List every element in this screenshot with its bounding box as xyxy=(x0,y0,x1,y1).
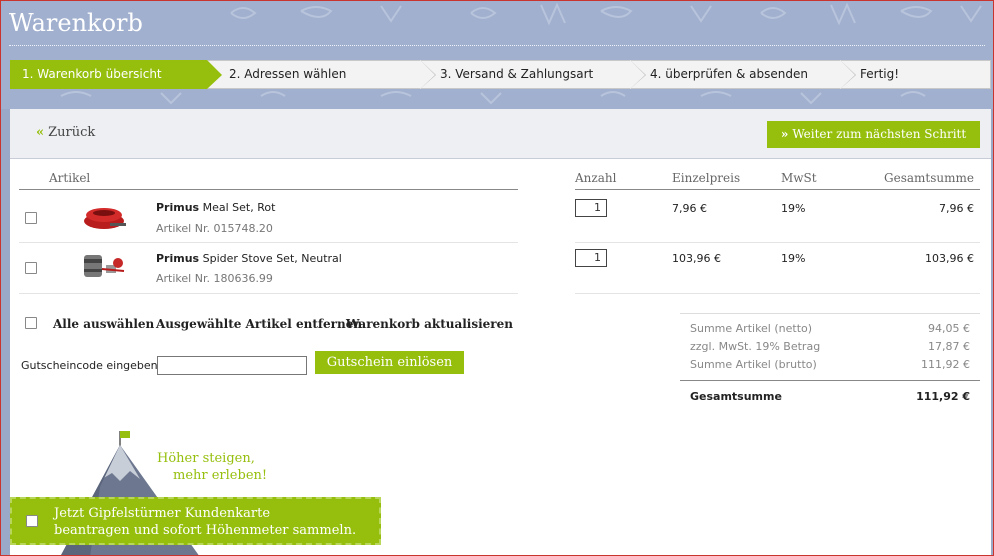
banner-text-2: beantragen und sofort Höhenmeter sammeln… xyxy=(54,523,357,538)
summary-divider xyxy=(680,380,980,381)
step-label: Fertig! xyxy=(860,67,900,81)
remove-selected-link[interactable]: Ausgewählte Artikel entfernen xyxy=(156,317,362,331)
loyalty-card-checkbox[interactable] xyxy=(26,515,38,527)
item-total: 7,96 € xyxy=(939,202,974,215)
page-frame: Warenkorb 1. Warenkorb übersicht 2. Adre… xyxy=(0,0,994,556)
summary-vat-value: 17,87 € xyxy=(928,340,970,353)
summary-gross: Summe Artikel (brutto) 111,92 € xyxy=(690,358,970,371)
header-article: Artikel xyxy=(49,171,91,185)
back-label: Zurück xyxy=(48,125,96,140)
order-summary: Summe Artikel (netto) 94,05 € zzgl. MwSt.… xyxy=(680,313,980,409)
item-article-number: Artikel Nr. 180636.99 xyxy=(156,272,273,285)
header-unit-price: Einzelpreis xyxy=(672,171,741,185)
cart-content: « Zurück » Weiter zum nächsten Schritt Art… xyxy=(10,109,991,555)
step-shipping-payment[interactable]: 3. Versand & Zahlungsart xyxy=(420,60,646,89)
step-label: 4. überprüfen & absenden xyxy=(650,67,808,81)
select-all-checkbox[interactable] xyxy=(25,317,37,329)
header-quantity: Anzahl xyxy=(575,171,617,185)
step-label: 3. Versand & Zahlungsart xyxy=(440,67,594,81)
item-name[interactable]: Primus Meal Set, Rot xyxy=(156,201,275,214)
chevron-right-icon: » xyxy=(780,127,788,141)
summary-net: Summe Artikel (netto) 94,05 € xyxy=(690,322,970,335)
summary-net-label: Summe Artikel (netto) xyxy=(690,322,813,335)
item-checkbox[interactable] xyxy=(25,262,37,274)
step-label: 2. Adressen wählen xyxy=(229,67,347,81)
quantity-input[interactable]: 1 xyxy=(575,199,607,217)
item-tax: 19% xyxy=(781,252,806,265)
step-arrow-icon xyxy=(420,60,435,89)
loyalty-card-banner[interactable]: Jetzt Gipfelstürmer Kundenkarte beantrag… xyxy=(10,497,381,545)
item-title: Meal Set, Rot xyxy=(202,201,276,214)
row-divider xyxy=(575,293,980,294)
title-divider xyxy=(9,45,985,46)
item-unit-price: 7,96 € xyxy=(672,202,707,215)
summary-total-value: 111,92 € xyxy=(916,390,970,403)
next-step-label: Weiter zum nächsten Schritt xyxy=(792,127,967,141)
back-link[interactable]: « Zurück xyxy=(36,125,95,140)
summary-total-label: Gesamtsumme xyxy=(690,390,782,403)
header-background xyxy=(1,1,993,109)
header-pattern-icon xyxy=(60,2,982,105)
header-total: Gesamtsumme xyxy=(884,171,974,185)
item-title: Spider Stove Set, Neutral xyxy=(202,252,342,265)
step-addresses[interactable]: 2. Adressen wählen xyxy=(207,60,436,89)
coupon-input[interactable] xyxy=(157,356,307,375)
summary-total: Gesamtsumme 111,92 € xyxy=(690,390,970,403)
step-arrow-icon xyxy=(840,60,855,89)
checkout-steps: 1. Warenkorb übersicht 2. Adressen wähle… xyxy=(10,60,991,89)
page-title: Warenkorb xyxy=(9,9,143,37)
summary-gross-value: 111,92 € xyxy=(921,358,970,371)
item-unit-price: 103,96 € xyxy=(672,252,721,265)
summary-vat: zzgl. MwSt. 19% Betrag 17,87 € xyxy=(690,340,970,353)
item-brand: Primus xyxy=(156,201,200,214)
promo-headline-1: Höher steigen, xyxy=(157,451,255,466)
next-step-button[interactable]: » Weiter zum nächsten Schritt xyxy=(767,121,980,148)
spider-stove-image xyxy=(80,249,128,286)
header-divider-left xyxy=(19,189,518,190)
quantity-input[interactable]: 1 xyxy=(575,249,607,267)
step-cart-overview[interactable]: 1. Warenkorb übersicht xyxy=(10,60,222,89)
row-divider xyxy=(19,242,518,243)
update-cart-link[interactable]: Warenkorb aktualisieren xyxy=(346,317,513,331)
item-name[interactable]: Primus Spider Stove Set, Neutral xyxy=(156,252,342,265)
item-checkbox[interactable] xyxy=(25,212,37,224)
step-label: 1. Warenkorb übersicht xyxy=(22,67,162,81)
summary-gross-label: Summe Artikel (brutto) xyxy=(690,358,817,371)
redeem-coupon-button[interactable]: Gutschein einlösen xyxy=(315,351,464,374)
banner-text-1: Jetzt Gipfelstürmer Kundenkarte xyxy=(54,506,271,521)
header-divider-right xyxy=(575,189,980,190)
row-divider xyxy=(575,242,980,243)
coupon-label: Gutscheincode eingeben: xyxy=(21,359,162,372)
chevron-left-icon: « xyxy=(36,125,44,140)
summary-vat-label: zzgl. MwSt. 19% Betrag xyxy=(690,340,821,353)
item-article-number: Artikel Nr. 015748.20 xyxy=(156,222,273,235)
promo-headline-2: mehr erleben! xyxy=(173,468,268,483)
cart-nav-bar: « Zurück » Weiter zum nächsten Schritt xyxy=(10,109,991,159)
summary-net-value: 94,05 € xyxy=(928,322,970,335)
row-divider xyxy=(19,293,518,294)
item-tax: 19% xyxy=(781,202,806,215)
header-tax: MwSt xyxy=(781,171,817,185)
step-arrow-icon xyxy=(207,60,222,89)
step-done[interactable]: Fertig! xyxy=(840,60,991,89)
item-total: 103,96 € xyxy=(925,252,974,265)
step-arrow-icon xyxy=(630,60,645,89)
select-all-link[interactable]: Alle auswählen xyxy=(53,317,154,331)
meal-set-image xyxy=(80,199,128,236)
item-brand: Primus xyxy=(156,252,200,265)
step-review-submit[interactable]: 4. überprüfen & absenden xyxy=(630,60,856,89)
